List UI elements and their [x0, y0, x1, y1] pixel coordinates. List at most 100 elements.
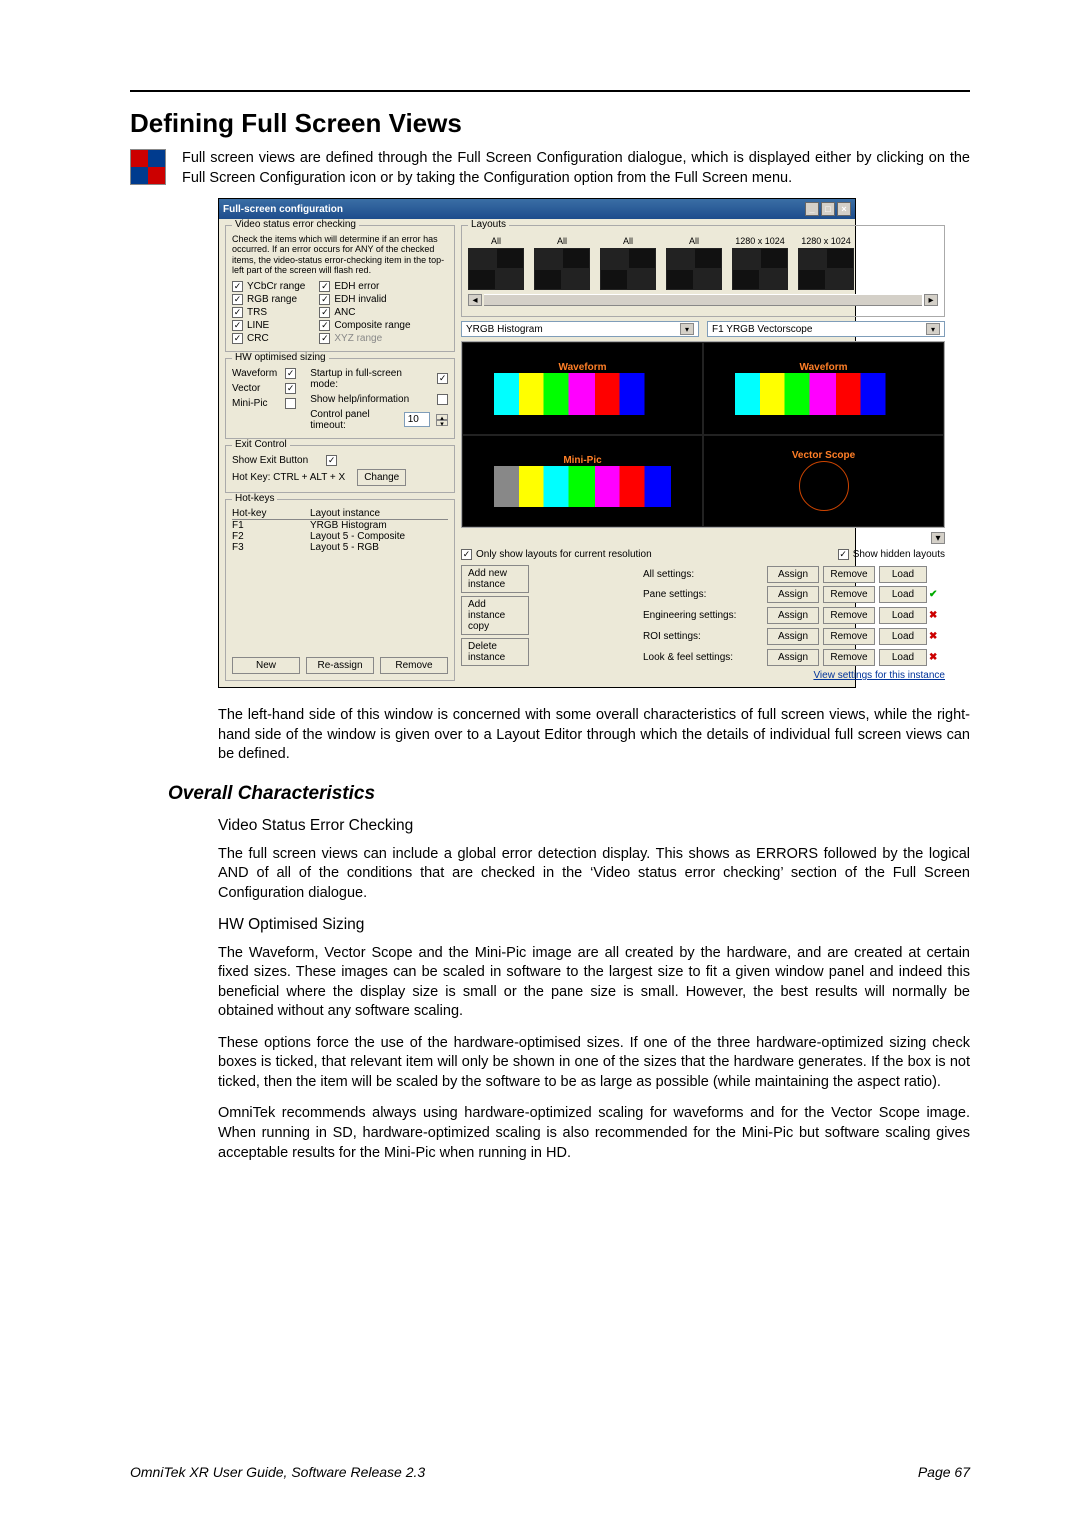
- checkbox-label: ANC: [334, 307, 355, 318]
- layout-thumbnail[interactable]: All: [600, 236, 656, 290]
- intro-paragraph: Full screen views are defined through th…: [182, 149, 970, 188]
- settings-status-icon: ✖: [929, 631, 945, 642]
- load-button[interactable]: Load: [879, 607, 927, 624]
- hw-optimised-p2: These options force the use of the hardw…: [218, 1034, 970, 1093]
- view-settings-link[interactable]: View settings for this instance: [461, 670, 945, 681]
- checkbox[interactable]: [319, 294, 330, 305]
- hw-item-checkbox[interactable]: [285, 383, 296, 394]
- instance-button[interactable]: Add new instance: [461, 565, 529, 593]
- group-video-status-label: Video status error checking: [232, 219, 359, 230]
- thumb-label: All: [666, 236, 722, 246]
- group-video-status: Video status error checking Check the it…: [225, 225, 455, 351]
- assign-button[interactable]: Assign: [767, 628, 819, 645]
- group-exit-label: Exit Control: [232, 439, 290, 450]
- layout-thumbnail[interactable]: 1280 x 1024: [732, 236, 788, 290]
- right-layout-value: F1 YRGB Vectorscope: [712, 324, 812, 335]
- layout-thumbnail[interactable]: All: [468, 236, 524, 290]
- hotkey-remove-button[interactable]: Remove: [380, 657, 448, 674]
- assign-button[interactable]: Assign: [767, 566, 819, 583]
- checkbox[interactable]: [232, 281, 243, 292]
- show-hidden-layouts-checkbox[interactable]: [838, 549, 849, 560]
- footer-left: OmniTek XR User Guide, Software Release …: [130, 1464, 425, 1480]
- show-exit-checkbox[interactable]: [326, 455, 337, 466]
- layout-preview: Waveform Waveform Mini-Pic Vector Scope: [461, 341, 945, 528]
- checkbox-label: YCbCr range: [247, 281, 305, 292]
- remove-button[interactable]: Remove: [823, 586, 875, 603]
- hotkey-new-button[interactable]: New: [232, 657, 300, 674]
- hotkey-instance: Layout 5 - Composite: [310, 531, 405, 542]
- chevron-down-icon: ▾: [680, 323, 694, 335]
- remove-button[interactable]: Remove: [823, 628, 875, 645]
- right-layout-dropdown[interactable]: F1 YRGB Vectorscope▾: [707, 321, 945, 337]
- checkbox-label: EDH error: [334, 281, 379, 292]
- checkbox[interactable]: [319, 281, 330, 292]
- maximize-icon[interactable]: □: [821, 202, 835, 216]
- fullscreen-config-icon: [130, 149, 166, 185]
- group-hw-label: HW optimised sizing: [232, 352, 329, 363]
- checkbox[interactable]: [319, 333, 330, 344]
- scroll-right-icon[interactable]: ▸: [924, 294, 938, 306]
- remove-button[interactable]: Remove: [823, 649, 875, 666]
- startup-fullscreen-checkbox[interactable]: [437, 373, 448, 384]
- remove-button[interactable]: Remove: [823, 607, 875, 624]
- layout-instance-header: Layout instance: [310, 508, 380, 519]
- checkbox-label: Composite range: [334, 320, 410, 331]
- load-button[interactable]: Load: [879, 586, 927, 603]
- settings-row-label: Pane settings:: [643, 589, 763, 600]
- change-hotkey-button[interactable]: Change: [357, 469, 406, 486]
- layout-thumbnail[interactable]: 1280 x 1024: [798, 236, 854, 290]
- group-hotkeys-label: Hot-keys: [232, 493, 277, 504]
- hotkey-key: F3: [232, 542, 292, 553]
- thumb-label: 1280 x 1024: [798, 236, 854, 246]
- left-layout-dropdown[interactable]: YRGB Histogram▾: [461, 321, 699, 337]
- layout-thumbnail[interactable]: All: [666, 236, 722, 290]
- instance-button[interactable]: Delete instance: [461, 638, 529, 666]
- thumb-label: All: [600, 236, 656, 246]
- checkbox[interactable]: [232, 294, 243, 305]
- hw-item-label: Vector: [232, 383, 260, 394]
- only-show-current-res-label: Only show layouts for current resolution: [476, 549, 652, 560]
- checkbox[interactable]: [232, 307, 243, 318]
- hw-optimised-p1: The Waveform, Vector Scope and the Mini-…: [218, 944, 970, 1022]
- assign-button[interactable]: Assign: [767, 607, 819, 624]
- checkbox-label: RGB range: [247, 294, 297, 305]
- preview-scroll-icon[interactable]: ▾: [931, 532, 945, 544]
- cp-timeout-label: Control panel timeout:: [310, 409, 400, 431]
- hw-item-checkbox[interactable]: [285, 368, 296, 379]
- checkbox[interactable]: [319, 320, 330, 331]
- settings-row-label: Look & feel settings:: [643, 652, 763, 663]
- minimize-icon[interactable]: _: [805, 202, 819, 216]
- checkbox[interactable]: [319, 307, 330, 318]
- hotkey-header: Hot-key: [232, 508, 292, 519]
- video-status-paragraph: The full screen views can include a glob…: [218, 845, 970, 904]
- checkbox[interactable]: [232, 333, 243, 344]
- settings-status-icon: ✔: [929, 589, 945, 600]
- cp-timeout-spinner[interactable]: ▴▾: [436, 414, 448, 426]
- thumb-label: 1280 x 1024: [732, 236, 788, 246]
- layout-scrollbar[interactable]: [484, 294, 922, 306]
- fullscreen-config-dialog: Full-screen configuration _ □ × Video st…: [218, 198, 856, 688]
- group-hw-sizing: HW optimised sizing WaveformVectorMini-P…: [225, 358, 455, 439]
- load-button[interactable]: Load: [879, 649, 927, 666]
- close-icon[interactable]: ×: [837, 202, 851, 216]
- checkbox[interactable]: [232, 320, 243, 331]
- hw-optimised-heading: HW Optimised Sizing: [218, 916, 970, 934]
- cp-timeout-input[interactable]: 10: [404, 412, 430, 427]
- load-button[interactable]: Load: [879, 628, 927, 645]
- assign-button[interactable]: Assign: [767, 649, 819, 666]
- instance-button[interactable]: Add instance copy: [461, 596, 529, 635]
- settings-status-icon: ✖: [929, 652, 945, 663]
- remove-button[interactable]: Remove: [823, 566, 875, 583]
- assign-button[interactable]: Assign: [767, 586, 819, 603]
- layout-thumbnail[interactable]: All: [534, 236, 590, 290]
- hw-item-checkbox[interactable]: [285, 398, 296, 409]
- show-help-checkbox[interactable]: [437, 394, 448, 405]
- hotkey-reassign-button[interactable]: Re-assign: [306, 657, 374, 674]
- load-button[interactable]: Load: [879, 566, 927, 583]
- settings-row-label: All settings:: [643, 569, 763, 580]
- startup-fullscreen-label: Startup in full-screen mode:: [310, 368, 429, 390]
- hw-item-label: Mini-Pic: [232, 398, 268, 409]
- hotkey-key: F2: [232, 531, 292, 542]
- scroll-left-icon[interactable]: ◂: [468, 294, 482, 306]
- only-show-current-res-checkbox[interactable]: [461, 549, 472, 560]
